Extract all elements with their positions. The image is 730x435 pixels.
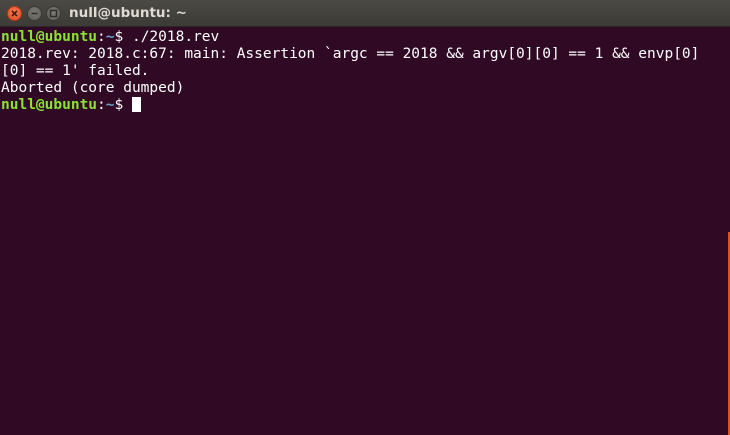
prompt-user: null@ubuntu (1, 29, 98, 45)
title-bar[interactable]: null@ubuntu: ~ (0, 0, 730, 27)
prompt-path: ~ (105, 97, 115, 113)
prompt-separator: : (97, 29, 106, 45)
prompt-symbol: $ (114, 29, 132, 45)
maximize-icon (49, 9, 58, 18)
minimize-button[interactable] (27, 6, 42, 21)
maximize-button[interactable] (46, 6, 61, 21)
prompt-path: ~ (105, 29, 115, 45)
command-line: null@ubuntu:~$ ./2018.rev (1, 29, 728, 46)
terminal-output-area[interactable]: null@ubuntu:~$ ./2018.rev 2018.rev: 2018… (0, 27, 728, 435)
command-text: ./2018.rev (131, 29, 220, 45)
prompt-separator: : (97, 97, 106, 113)
window-title: null@ubuntu: ~ (69, 5, 187, 21)
close-button[interactable] (7, 6, 22, 21)
terminal-window: null@ubuntu: ~ null@ubuntu:~$ ./2018.rev… (0, 0, 730, 435)
close-icon (11, 10, 18, 17)
output-line: 2018.rev: 2018.c:67: main: Assertion `ar… (1, 46, 700, 62)
minimize-icon (31, 12, 38, 15)
prompt-user: null@ubuntu (1, 97, 98, 113)
output-line: [0] == 1' failed. (1, 63, 150, 79)
current-prompt-line[interactable]: null@ubuntu:~$ (1, 97, 728, 114)
text-cursor (131, 97, 141, 112)
prompt-symbol: $ (114, 97, 132, 113)
output-line: Aborted (core dumped) (1, 80, 185, 96)
